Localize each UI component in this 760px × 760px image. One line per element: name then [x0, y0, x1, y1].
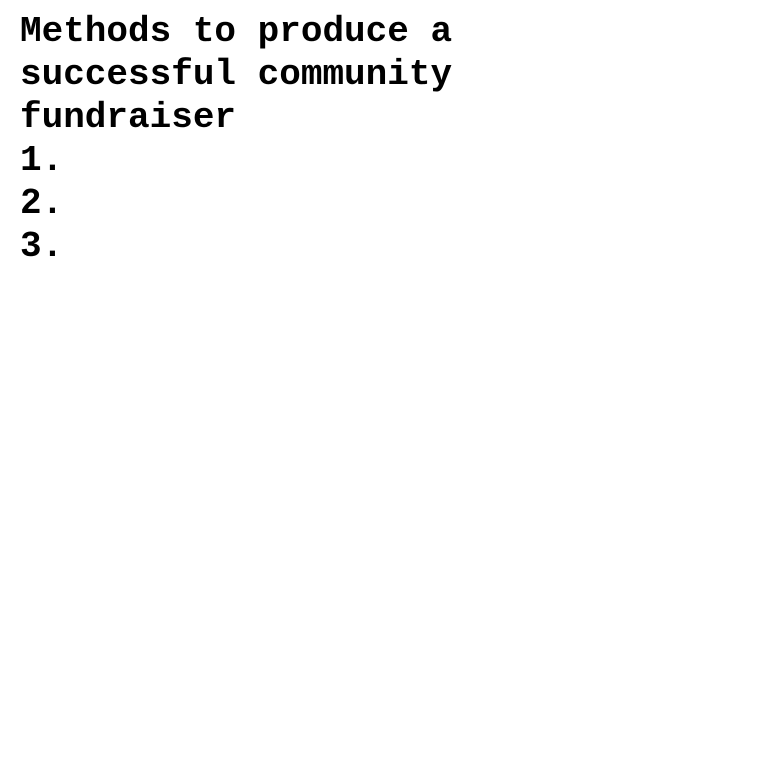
title-line: fundraiser [20, 97, 237, 138]
title-line: Methods to produce a [20, 11, 453, 52]
list-item-number: 3. [20, 226, 64, 267]
numbered-list: 1. 2. 3. [20, 139, 740, 268]
document-title: Methods to produce a successful communit… [20, 10, 740, 139]
list-item-number: 1. [20, 140, 64, 181]
document-body: Methods to produce a successful communit… [20, 10, 740, 268]
title-line: successful community [20, 54, 453, 95]
list-item-number: 2. [20, 183, 64, 224]
